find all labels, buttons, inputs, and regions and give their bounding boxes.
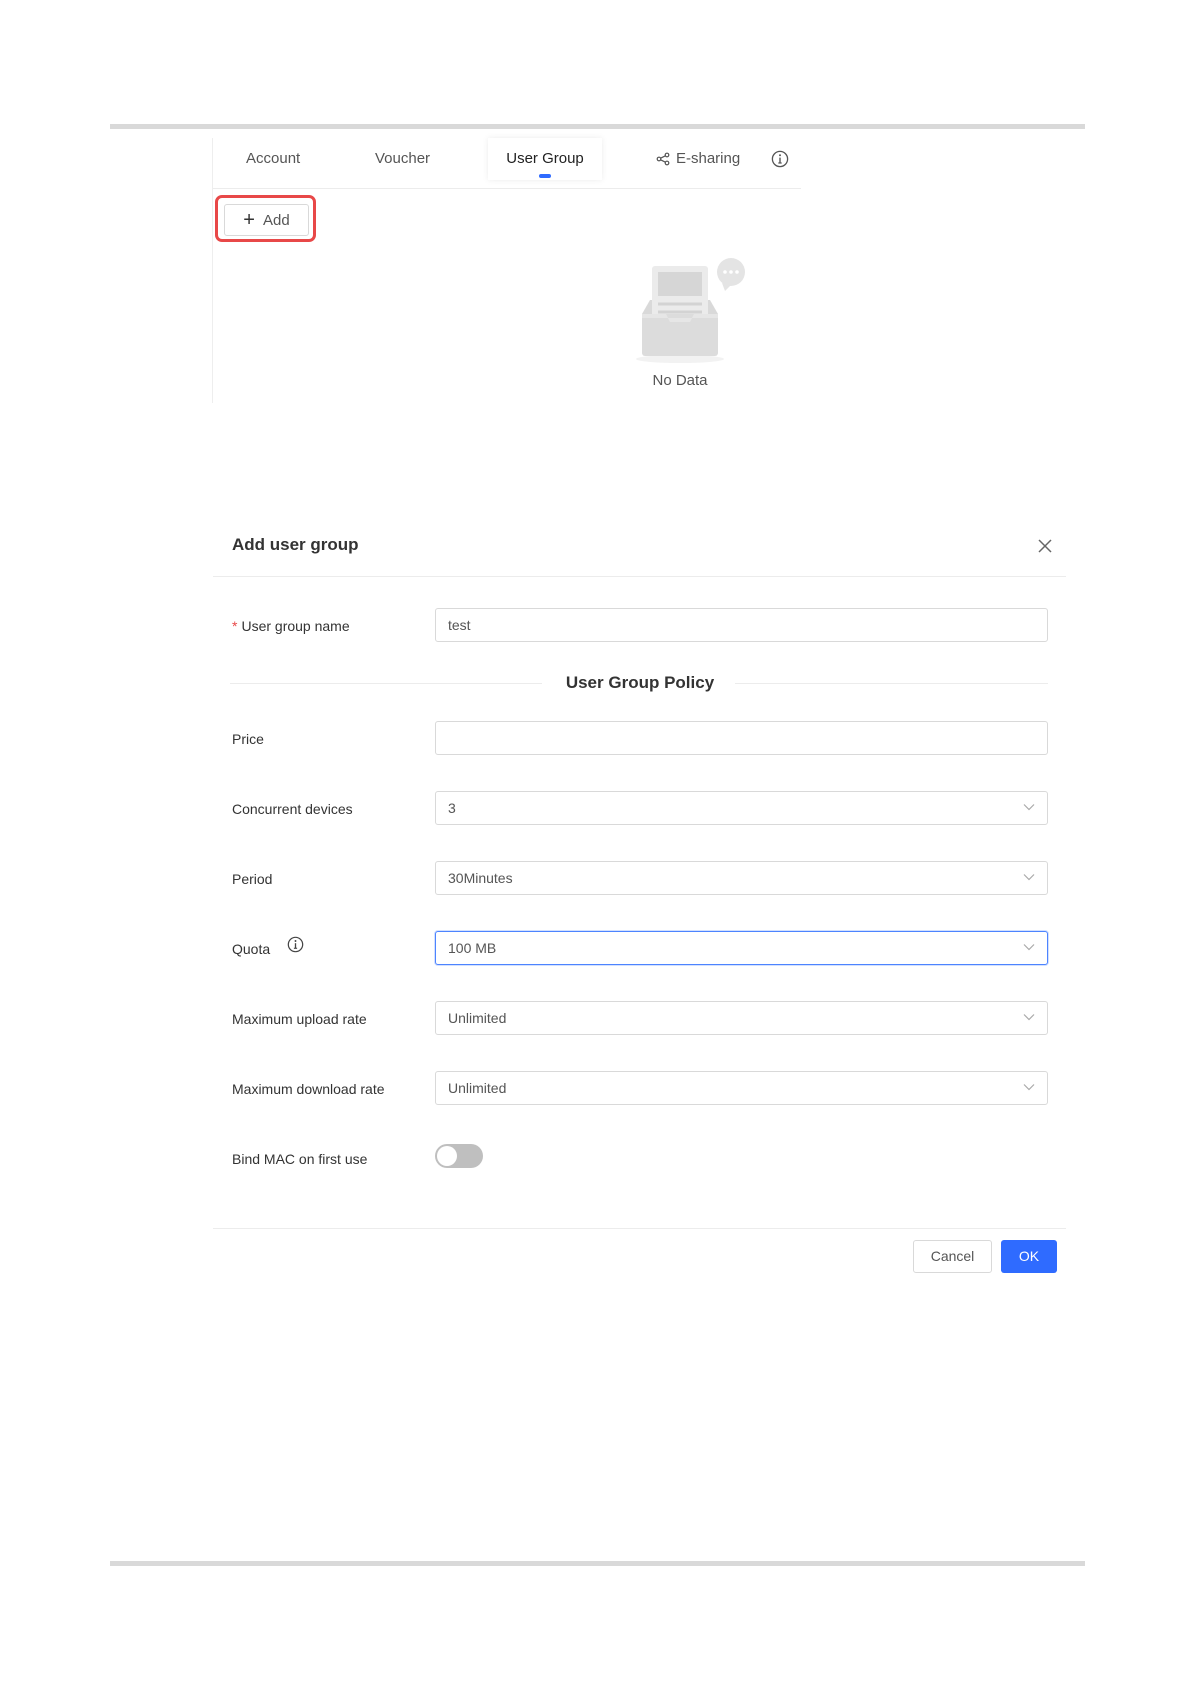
chevron-down-icon bbox=[1023, 1014, 1035, 1021]
toggle-knob bbox=[437, 1146, 457, 1166]
tab-voucher[interactable]: Voucher bbox=[375, 138, 430, 180]
cancel-button[interactable]: Cancel bbox=[913, 1240, 992, 1273]
price-label: Price bbox=[232, 731, 264, 747]
chevron-down-icon bbox=[1023, 1084, 1035, 1091]
bind-mac-label: Bind MAC on first use bbox=[232, 1151, 368, 1167]
dialog-header-divider bbox=[213, 576, 1066, 577]
add-button[interactable]: + Add bbox=[224, 204, 309, 236]
required-mark: * bbox=[232, 618, 238, 634]
section-title: User Group Policy bbox=[565, 673, 715, 692]
user-group-name-field[interactable] bbox=[435, 608, 1048, 642]
info-icon[interactable] bbox=[287, 936, 304, 953]
chevron-down-icon bbox=[1023, 874, 1035, 881]
max-upload-rate-select[interactable]: Unlimited bbox=[435, 1001, 1048, 1035]
period-select[interactable]: 30Minutes bbox=[435, 861, 1048, 895]
tab-bar: Account Voucher User Group E-sharing bbox=[213, 138, 801, 189]
concurrent-devices-value: 3 bbox=[448, 800, 456, 816]
price-input[interactable] bbox=[448, 723, 1018, 753]
quota-label: Quota bbox=[232, 941, 271, 957]
concurrent-devices-select[interactable]: 3 bbox=[435, 791, 1048, 825]
tab-esharing[interactable]: E-sharing bbox=[656, 138, 740, 180]
dialog-footer-divider bbox=[213, 1228, 1066, 1229]
page-bottom-rule bbox=[110, 1561, 1085, 1566]
share-icon bbox=[656, 152, 670, 166]
page-top-rule bbox=[110, 124, 1085, 129]
chevron-down-icon bbox=[1023, 804, 1035, 811]
add-button-label: Add bbox=[262, 211, 290, 229]
info-icon[interactable] bbox=[771, 150, 789, 168]
tab-user-group-label: User Group bbox=[506, 150, 584, 167]
period-value: 30Minutes bbox=[448, 870, 513, 886]
period-label: Period bbox=[232, 871, 273, 887]
close-icon[interactable] bbox=[1036, 537, 1054, 555]
active-tab-indicator bbox=[539, 174, 551, 178]
section-divider-right bbox=[735, 683, 1048, 684]
chevron-down-icon bbox=[1023, 944, 1035, 951]
dialog-title: Add user group bbox=[232, 535, 359, 554]
quota-select[interactable]: 100 MB bbox=[435, 931, 1048, 965]
bind-mac-toggle[interactable] bbox=[435, 1144, 483, 1168]
plus-icon: + bbox=[243, 209, 255, 231]
ok-button[interactable]: OK bbox=[1001, 1240, 1057, 1273]
tab-account[interactable]: Account bbox=[246, 138, 300, 180]
section-divider-left bbox=[230, 683, 542, 684]
user-group-name-label: * User group name bbox=[232, 618, 350, 634]
empty-inbox-icon bbox=[630, 256, 746, 364]
max-download-rate-select[interactable]: Unlimited bbox=[435, 1071, 1048, 1105]
tab-user-group[interactable]: User Group bbox=[488, 138, 602, 180]
max-upload-rate-value: Unlimited bbox=[448, 1010, 507, 1026]
quota-value: 100 MB bbox=[448, 940, 497, 956]
max-upload-rate-label: Maximum upload rate bbox=[232, 1011, 367, 1027]
price-field[interactable] bbox=[435, 721, 1048, 755]
max-download-rate-value: Unlimited bbox=[448, 1080, 507, 1096]
empty-state-text: No Data bbox=[652, 372, 708, 389]
tab-esharing-label: E-sharing bbox=[676, 150, 741, 167]
user-group-name-input[interactable] bbox=[448, 610, 1018, 640]
user-group-name-label-text: User group name bbox=[241, 618, 350, 634]
max-download-rate-label: Maximum download rate bbox=[232, 1081, 385, 1097]
concurrent-devices-label: Concurrent devices bbox=[232, 801, 353, 817]
